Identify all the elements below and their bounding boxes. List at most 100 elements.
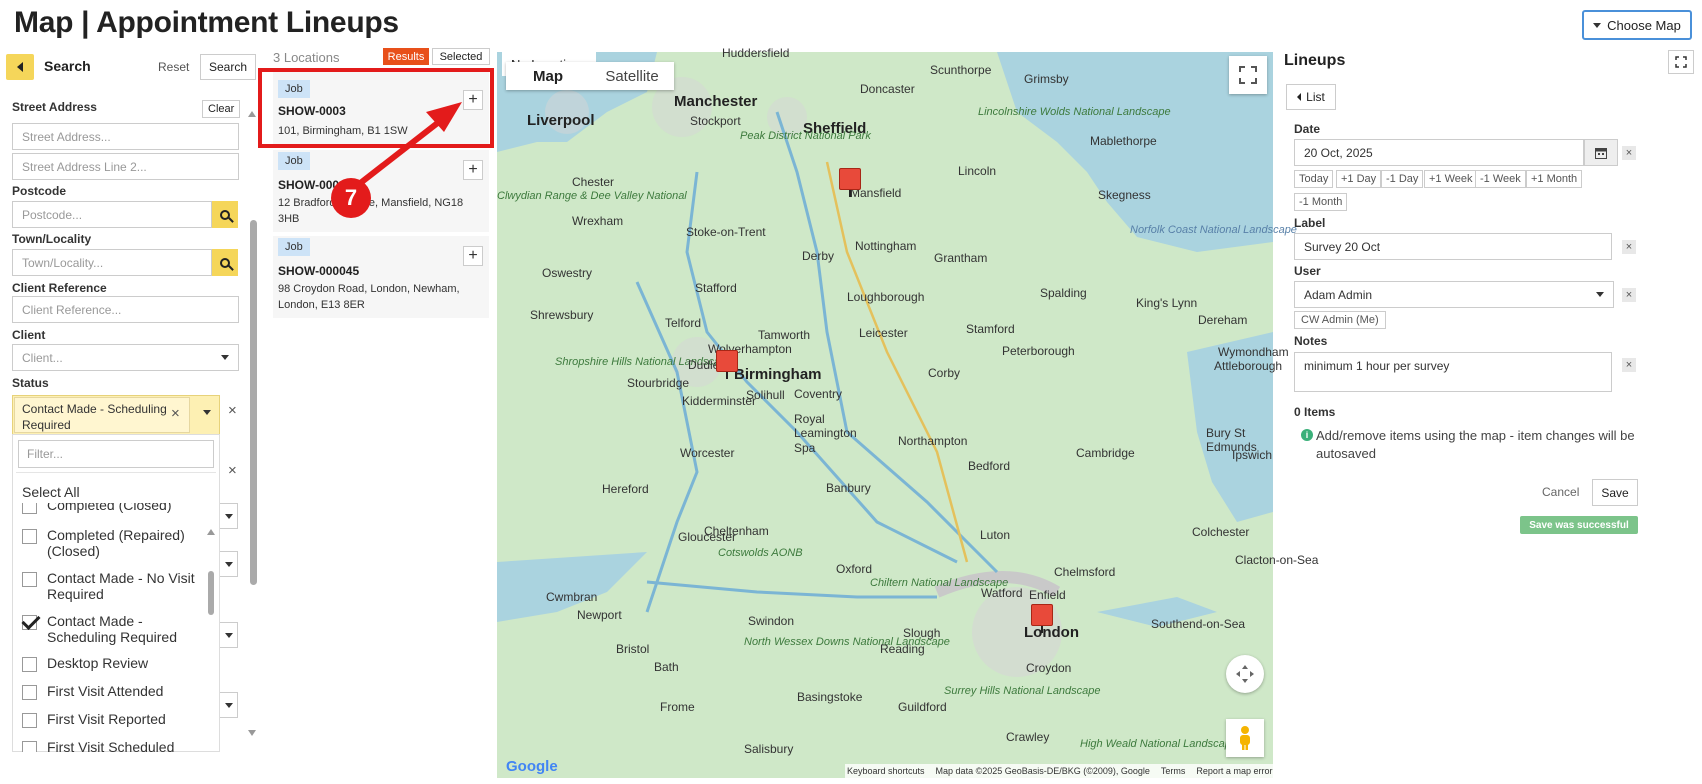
move-icon	[1236, 665, 1254, 683]
scroll-up-icon[interactable]	[207, 512, 215, 535]
lineups-fullscreen-button[interactable]	[1668, 50, 1694, 74]
clear-label-icon[interactable]: ×	[1622, 240, 1636, 254]
keyboard-shortcuts-link[interactable]: Keyboard shortcuts	[847, 766, 925, 776]
tab-results[interactable]: Results	[383, 48, 429, 65]
location-card[interactable]: Job SHOW-000045 98 Croydon Road, London,…	[273, 236, 489, 318]
map-marker[interactable]	[1031, 604, 1053, 633]
save-button[interactable]: Save	[1592, 479, 1638, 506]
caret-down-icon[interactable]	[220, 551, 238, 577]
street-view-button[interactable]	[1226, 719, 1264, 757]
caret-down-icon[interactable]	[220, 503, 238, 529]
map-marker[interactable]	[839, 168, 861, 197]
terms-link[interactable]: Terms	[1161, 766, 1186, 776]
checkbox[interactable]	[22, 685, 37, 700]
tab-map[interactable]: Map	[506, 62, 590, 90]
quick-date-plus-week[interactable]: +1 Week	[1424, 170, 1478, 188]
lineups-title: Lineups	[1284, 52, 1346, 69]
user-suggestion-me[interactable]: CW Admin (Me)	[1294, 311, 1386, 329]
town-input[interactable]: Town/Locality...	[12, 249, 212, 276]
map-place-label: Wrexham	[572, 214, 624, 228]
scroll-down-icon[interactable]	[248, 730, 256, 754]
checkbox[interactable]	[22, 657, 37, 672]
reset-link[interactable]: Reset	[158, 60, 189, 74]
calendar-button[interactable]	[1584, 139, 1618, 166]
status-option[interactable]: Desktop Review	[22, 655, 148, 672]
clear-address-button[interactable]: Clear	[202, 100, 241, 118]
map-place-label: Telford	[665, 316, 702, 330]
town-label: Town/Locality	[12, 232, 92, 246]
select-all-option[interactable]: Select All	[22, 484, 80, 500]
status-option[interactable]: Completed (Repaired) (Closed)	[22, 527, 198, 559]
quick-date-today[interactable]: Today	[1294, 170, 1334, 188]
notes-textarea[interactable]: minimum 1 hour per survey	[1294, 352, 1612, 392]
choose-map-button[interactable]: Choose Map	[1582, 10, 1692, 40]
clear-field-icon[interactable]: ×	[228, 462, 237, 479]
quick-date-minus-month[interactable]: -1 Month	[1294, 193, 1348, 211]
town-search-button[interactable]	[212, 249, 238, 276]
status-option[interactable]: First Visit Attended	[22, 683, 163, 700]
checkbox[interactable]	[22, 503, 37, 514]
postcode-input[interactable]: Postcode...	[12, 201, 212, 228]
checkbox-checked[interactable]	[22, 615, 37, 630]
quick-date-minus-week[interactable]: -1 Week	[1475, 170, 1526, 188]
status-option[interactable]: Completed (Closed)	[22, 503, 172, 514]
quick-date-plus-day[interactable]: +1 Day	[1336, 170, 1382, 188]
checkbox[interactable]	[22, 713, 37, 728]
clear-notes-icon[interactable]: ×	[1622, 358, 1636, 372]
checkbox[interactable]	[22, 529, 37, 544]
map-place-label: Salisbury	[744, 742, 794, 756]
caret-down-icon	[1593, 22, 1602, 28]
search-button[interactable]: Search	[200, 54, 256, 80]
map-canvas[interactable]	[497, 52, 1273, 778]
status-filter-input[interactable]: Filter...	[18, 440, 214, 468]
status-option[interactable]: First Visit Reported	[22, 711, 166, 728]
client-placeholder: Client...	[22, 350, 63, 365]
label-input[interactable]: Survey 20 Oct	[1294, 233, 1612, 260]
quick-date-plus-month[interactable]: +1 Month	[1526, 170, 1583, 188]
status-option[interactable]: First Visit Scheduled	[22, 739, 174, 752]
date-label: Date	[1294, 122, 1321, 136]
client-select[interactable]: Client...	[12, 344, 239, 371]
status-option[interactable]: Contact Made - No Visit Required	[22, 570, 198, 602]
search-panel-scrollbar[interactable]	[250, 220, 257, 585]
clear-date-icon[interactable]: ×	[1622, 146, 1636, 160]
tab-selected[interactable]: Selected	[432, 48, 490, 65]
list-button[interactable]: List	[1286, 84, 1336, 110]
tab-satellite[interactable]: Satellite	[590, 62, 674, 90]
remove-tag-icon[interactable]: ×	[171, 405, 180, 422]
scroll-up-icon[interactable]	[248, 94, 256, 117]
map-place-label: Newport	[577, 608, 622, 622]
map-marker[interactable]	[716, 350, 738, 379]
clear-user-icon[interactable]: ×	[1622, 288, 1636, 302]
job-badge: Job	[278, 238, 310, 256]
caret-down-icon[interactable]	[220, 622, 238, 648]
quick-date-minus-day[interactable]: -1 Day	[1381, 170, 1424, 188]
user-select[interactable]: Adam Admin	[1294, 281, 1614, 308]
map-park-label: Clwydian Range & Dee Valley National	[497, 190, 687, 203]
status-selected-tag: Contact Made - Scheduling Required	[14, 397, 190, 433]
add-to-lineup-button[interactable]: +	[463, 246, 483, 266]
map-place-label: Corby	[928, 366, 961, 380]
caret-down-icon[interactable]	[220, 692, 238, 718]
map-fullscreen-button[interactable]	[1229, 56, 1267, 94]
map-place-label: Chelmsford	[1054, 565, 1116, 579]
status-option[interactable]: Contact Made - Scheduling Required	[22, 613, 198, 645]
client-reference-input[interactable]: Client Reference...	[12, 296, 239, 323]
collapse-search-button[interactable]	[6, 54, 34, 80]
street-address-input[interactable]: Street Address...	[12, 123, 239, 150]
clear-status-icon[interactable]: ×	[228, 402, 237, 419]
map-camera-control[interactable]	[1226, 655, 1264, 693]
cancel-button[interactable]: Cancel	[1542, 485, 1579, 499]
caret-down-icon[interactable]	[203, 402, 211, 420]
date-input[interactable]: 20 Oct, 2025	[1294, 139, 1584, 166]
report-error-link[interactable]: Report a map error	[1196, 766, 1272, 776]
map-place-label: Ipswich	[1232, 448, 1273, 462]
dropdown-scrollbar[interactable]	[208, 571, 214, 615]
postcode-search-button[interactable]	[212, 201, 238, 228]
map-park-label: High Weald National Landscape	[1080, 738, 1237, 751]
checkbox[interactable]	[22, 572, 37, 587]
map-place-label: Enfield	[1029, 588, 1066, 602]
street-address-line2-input[interactable]: Street Address Line 2...	[12, 153, 239, 180]
map-place-label: Shrewsbury	[530, 308, 594, 322]
checkbox[interactable]	[22, 741, 37, 752]
